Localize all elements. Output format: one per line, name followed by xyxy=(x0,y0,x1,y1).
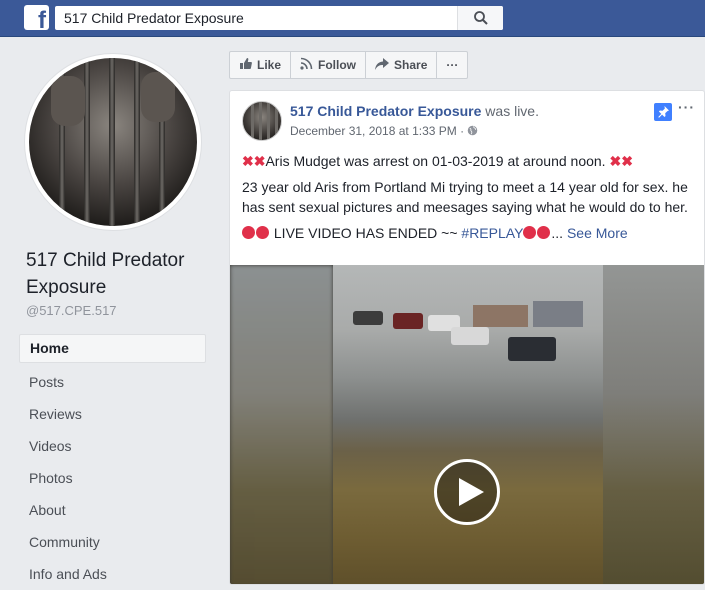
page-title: 517 Child Predator Exposure xyxy=(26,250,185,298)
follow-label: Follow xyxy=(318,58,357,72)
nav-item-community[interactable]: Community xyxy=(19,526,206,558)
thumbs-up-icon xyxy=(239,57,252,73)
search-input-value[interactable]: 517 Child Predator Exposure xyxy=(64,10,244,26)
play-icon xyxy=(459,478,484,506)
post-date-text[interactable]: December 31, 2018 at 1:33 PM · xyxy=(290,124,467,138)
red-circle-emoji xyxy=(523,226,537,239)
post-header: 517 Child Predator Exposure was live. xyxy=(290,103,539,119)
play-button[interactable] xyxy=(434,459,500,525)
red-circle-emoji xyxy=(537,226,551,239)
nav-item-videos[interactable]: Videos xyxy=(19,430,206,462)
page-username[interactable]: @517.CPE.517 xyxy=(26,303,117,318)
more-options-button[interactable]: ··· xyxy=(437,51,469,79)
more-options-label: ··· xyxy=(446,58,459,72)
red-circle-emoji xyxy=(256,226,269,239)
post-timestamp[interactable]: December 31, 2018 at 1:33 PM · xyxy=(290,124,478,138)
post-options-button[interactable]: ··· xyxy=(678,99,695,115)
follow-button[interactable]: Follow xyxy=(291,51,367,79)
nav-item-reviews[interactable]: Reviews xyxy=(19,398,206,430)
page-profile-picture[interactable] xyxy=(25,54,201,230)
video-thumbnail xyxy=(333,265,603,584)
see-more-link[interactable]: See More xyxy=(567,225,628,241)
video-blur-right xyxy=(603,265,704,584)
post-author-avatar[interactable] xyxy=(242,101,282,141)
video-player[interactable] xyxy=(230,265,704,584)
facebook-logo-icon[interactable]: f xyxy=(24,5,49,33)
post-body: ✖✖Aris Mudget was arrest on 01-03-2019 a… xyxy=(242,151,694,249)
nav-item-about[interactable]: About xyxy=(19,494,206,526)
nav-item-photos[interactable]: Photos xyxy=(19,462,206,494)
search-icon xyxy=(474,11,488,25)
rss-icon xyxy=(300,57,313,73)
like-label: Like xyxy=(257,58,282,72)
post-status: was live. xyxy=(485,103,539,119)
page-nav: Home Posts Reviews Videos Photos About C… xyxy=(19,334,206,590)
hashtag-replay-link[interactable]: #REPLAY xyxy=(461,225,523,241)
nav-item-home[interactable]: Home xyxy=(19,334,206,363)
cross-mark-emoji: ✖✖ xyxy=(609,153,633,169)
search-input[interactable]: 517 Child Predator Exposure xyxy=(55,6,503,30)
post-line-1: Aris Mudget was arrest on 01-03-2019 at … xyxy=(265,153,606,169)
top-bar: f 517 Child Predator Exposure xyxy=(0,0,705,37)
pinned-post-icon[interactable] xyxy=(654,103,672,121)
cross-mark-emoji: ✖✖ xyxy=(242,153,266,169)
search-button[interactable] xyxy=(457,6,503,30)
live-ended-text: LIVE VIDEO HAS ENDED ~~ xyxy=(270,225,462,241)
nav-item-posts[interactable]: Posts xyxy=(19,366,206,398)
share-button[interactable]: Share xyxy=(366,51,438,79)
page-sidebar: 517 Child Predator Exposure @517.CPE.517… xyxy=(0,37,218,585)
red-circle-emoji xyxy=(242,226,255,239)
post-card: 517 Child Predator Exposure was live. De… xyxy=(229,90,705,585)
post-paragraph-1: ✖✖Aris Mudget was arrest on 01-03-2019 a… xyxy=(242,151,694,171)
share-label: Share xyxy=(394,58,428,72)
video-blur-left xyxy=(230,265,333,584)
profile-picture-image xyxy=(29,58,197,226)
post-author-link[interactable]: 517 Child Predator Exposure xyxy=(290,103,481,119)
like-button[interactable]: Like xyxy=(229,51,292,79)
post-paragraph-2: 23 year old Aris from Portland Mi trying… xyxy=(242,179,688,215)
nav-item-info-and-ads[interactable]: Info and Ads xyxy=(19,558,206,590)
post-paragraph-3: LIVE VIDEO HAS ENDED ~~ #REPLAY... See M… xyxy=(242,223,694,243)
ellipsis: ... xyxy=(551,225,564,241)
globe-icon xyxy=(468,125,478,136)
page-action-bar: Like Follow Share ··· xyxy=(229,51,469,79)
share-arrow-icon xyxy=(375,57,390,73)
